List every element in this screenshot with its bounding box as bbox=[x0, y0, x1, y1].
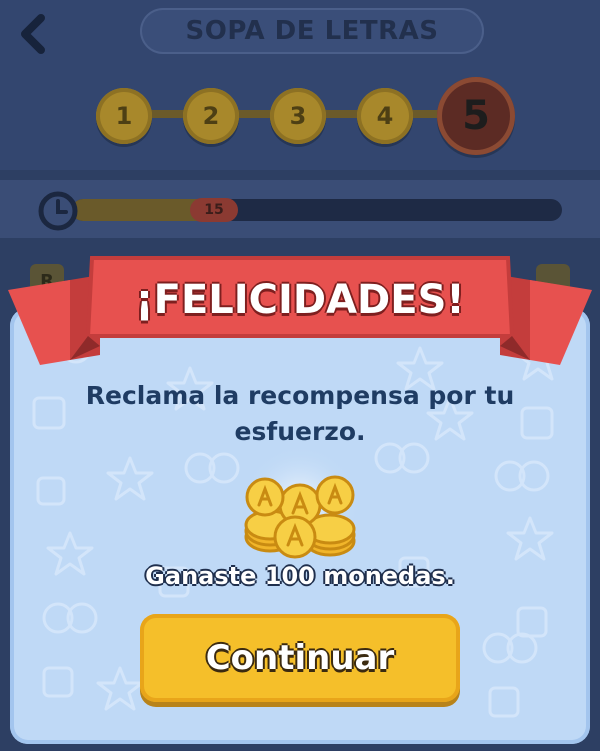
top-bar: SOPA DE LETRAS 1 2 3 4 5 bbox=[0, 0, 600, 170]
clock-icon bbox=[38, 191, 78, 231]
level-4-badge: 4 bbox=[357, 88, 413, 144]
level-3-badge: 3 bbox=[270, 88, 326, 144]
reward-amount-text: Ganaste 100 monedas. bbox=[145, 562, 455, 590]
game-title: SOPA DE LETRAS bbox=[140, 8, 484, 54]
coin-stack-icon bbox=[240, 445, 360, 565]
level-5-badge-current: 5 bbox=[437, 77, 515, 155]
banner-title: ¡FELICIDADES! bbox=[135, 277, 465, 323]
level-1-badge: 1 bbox=[96, 88, 152, 144]
continue-button[interactable]: Continuar bbox=[140, 614, 460, 702]
timer-value: 15 bbox=[190, 198, 238, 222]
reward-message: Reclama la recompensa por tu esfuerzo. bbox=[85, 381, 515, 446]
back-button[interactable] bbox=[10, 10, 54, 58]
level-2-badge: 2 bbox=[183, 88, 239, 144]
back-arrow-icon bbox=[21, 14, 45, 54]
timer-track bbox=[72, 199, 562, 221]
level-progress: 1 2 3 4 5 bbox=[0, 72, 600, 160]
